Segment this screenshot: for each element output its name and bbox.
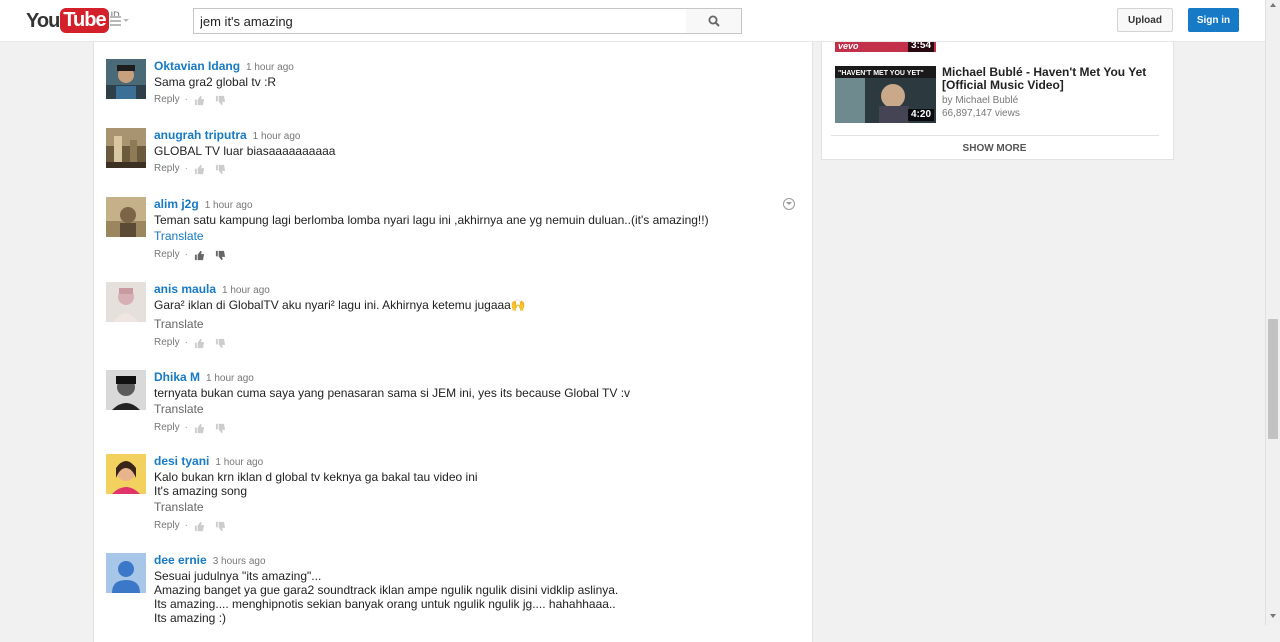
comment-text: It's amazing song	[154, 484, 248, 498]
avatar[interactable]	[106, 454, 146, 494]
comment-time[interactable]: 1 hour ago	[206, 373, 254, 384]
thumbs-down-icon[interactable]	[215, 95, 226, 106]
translate-link[interactable]: Translate	[154, 499, 794, 515]
video-duration: 3:54	[907, 42, 934, 52]
upload-button[interactable]: Upload	[1117, 8, 1173, 32]
comment-author[interactable]: anugrah triputra	[154, 128, 247, 142]
thumbs-down-icon[interactable]	[215, 250, 226, 261]
comment-time[interactable]: 1 hour ago	[222, 285, 270, 296]
guide-menu-icon[interactable]	[110, 14, 129, 28]
reply-button[interactable]: Reply	[154, 162, 180, 176]
show-more-button[interactable]: SHOW MORE	[822, 143, 1167, 154]
comment-author[interactable]: Oktavian Idang	[154, 59, 240, 73]
thumbs-up-icon[interactable]	[194, 164, 205, 175]
video-channel[interactable]: by Michael Bublé	[942, 95, 1018, 106]
translate-link[interactable]: Translate	[154, 228, 794, 244]
comment-time[interactable]: 1 hour ago	[205, 200, 253, 211]
thumbs-down-icon[interactable]	[215, 164, 226, 175]
video-thumbnail[interactable]: "HAVEN'T MET YOU YET" 4:20	[835, 66, 936, 123]
logo-tube-text: Tube	[60, 8, 109, 33]
avatar[interactable]	[106, 282, 146, 322]
scroll-up-icon[interactable]	[1270, 3, 1276, 7]
search-button[interactable]	[686, 8, 742, 34]
search-input[interactable]	[200, 10, 680, 32]
thumbs-down-icon[interactable]	[215, 423, 226, 434]
prev-video-thumbnail[interactable]: vevo 3:54	[835, 42, 936, 52]
related-videos-panel: vevo 3:54 "HAVEN'T MET YOU YET" 4:20 Mic…	[821, 42, 1174, 160]
logo-you-text: You	[26, 10, 60, 32]
comment-author[interactable]: desi tyani	[154, 454, 209, 468]
svg-text:"HAVEN'T MET YOU YET": "HAVEN'T MET YOU YET"	[838, 70, 924, 77]
thumbs-down-icon[interactable]	[215, 338, 226, 349]
comment-text: Kalo bukan krn iklan d global tv keknya …	[154, 470, 478, 484]
scroll-down-icon[interactable]	[1270, 614, 1276, 618]
comment-menu-icon[interactable]	[783, 198, 795, 210]
comment-text: Amazing banget ya gue gara2 soundtrack i…	[154, 583, 619, 597]
comment-time[interactable]: 3 hours ago	[213, 556, 266, 567]
reply-button[interactable]: Reply	[154, 519, 180, 533]
avatar[interactable]	[106, 128, 146, 168]
avatar[interactable]	[106, 197, 146, 237]
comment-text: Teman satu kampung lagi berlomba lomba n…	[154, 213, 709, 227]
comment-text: Its amazing.... menghipnotis sekian bany…	[154, 597, 616, 611]
reply-button[interactable]: Reply	[154, 93, 180, 107]
video-duration: 4:20	[907, 109, 934, 121]
comment-text: Its amazing :)	[154, 611, 227, 625]
video-title-link[interactable]: Michael Bublé - Haven't Met You Yet [Off…	[942, 66, 1152, 92]
comment-time[interactable]: 1 hour ago	[253, 131, 301, 142]
comment-time[interactable]: 1 hour ago	[246, 62, 294, 73]
scrollbar-thumb[interactable]	[1268, 319, 1278, 439]
translate-link[interactable]: Translate	[154, 316, 794, 332]
reply-button[interactable]: Reply	[154, 421, 180, 435]
reply-button[interactable]: Reply	[154, 336, 180, 350]
default-avatar-icon[interactable]	[106, 553, 146, 593]
thumbs-up-icon[interactable]	[194, 250, 205, 261]
masthead: You Tube ID Upload Sign in	[0, 0, 1265, 42]
search-icon	[708, 15, 720, 27]
vevo-badge: vevo	[838, 42, 859, 51]
sign-in-button[interactable]: Sign in	[1188, 8, 1239, 32]
thumbs-up-icon[interactable]	[194, 423, 205, 434]
thumbs-up-icon[interactable]	[194, 521, 205, 532]
search-box	[193, 8, 687, 34]
comment-author[interactable]: alim j2g	[154, 197, 199, 211]
comment-text: GLOBAL TV luar biasaaaaaaaaaa	[154, 144, 336, 158]
comment-time[interactable]: 1 hour ago	[215, 457, 263, 468]
comment-author[interactable]: Dhika M	[154, 370, 200, 384]
comment-author[interactable]: dee ernie	[154, 553, 207, 567]
comments-panel: Oktavian Idang 1 hour ago Sama gra2 globa…	[93, 42, 813, 642]
avatar[interactable]	[106, 370, 146, 410]
video-views: 66,897,147 views	[942, 108, 1020, 119]
divider	[831, 135, 1159, 136]
reply-button[interactable]: Reply	[154, 248, 180, 262]
thumbs-down-icon[interactable]	[215, 521, 226, 532]
thumbs-up-icon[interactable]	[194, 95, 205, 106]
translate-link[interactable]: Translate	[154, 401, 794, 417]
comment-text: ternyata bukan cuma saya yang penasaran …	[154, 386, 631, 400]
youtube-logo[interactable]: You Tube ID	[26, 8, 120, 34]
avatar[interactable]	[106, 59, 146, 99]
comment-text: Sama gra2 global tv :R	[154, 75, 277, 89]
comment-text: Gara² iklan di GlobalTV aku nyari² lagu …	[154, 298, 526, 312]
thumbs-up-icon[interactable]	[194, 338, 205, 349]
comment-author[interactable]: anis maula	[154, 282, 216, 296]
page-scrollbar[interactable]	[1265, 0, 1280, 625]
comment-text: Sesuai judulnya "its amazing"...	[154, 569, 322, 583]
